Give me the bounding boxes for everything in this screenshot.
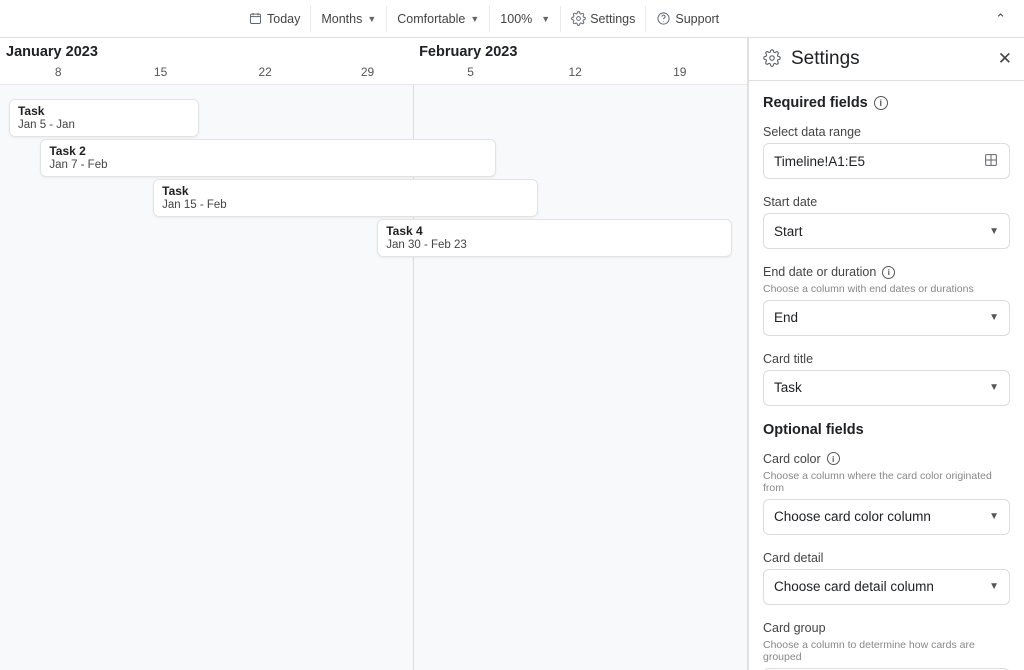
caret-down-icon: ▼ [470,14,479,24]
settings-title: Settings [791,48,860,70]
zoom-label: 100% [500,12,532,26]
month-label: February 2023 [413,42,747,60]
density-select[interactable]: Comfortable ▼ [387,6,490,32]
task-range: Jan 5 - Jan [18,119,190,131]
settings-header: Settings ✕ [749,38,1024,81]
task-card[interactable]: TaskJan 5 - Jan [9,99,199,137]
task-title: Task 2 [49,144,487,158]
density-label: Comfortable [397,12,465,26]
task-card[interactable]: Task 2Jan 7 - Feb [40,139,496,177]
close-icon[interactable]: ✕ [998,49,1012,69]
end-date-select[interactable]: End ▼ [763,300,1010,336]
optional-fields-heading: Optional fields [763,422,1010,438]
toolbar-settings-label: Settings [590,12,635,26]
day-tick: 19 [673,65,686,79]
day-ticks-row: 8 15 22 29 5 12 19 [0,63,747,85]
caret-down-icon: ▼ [367,14,376,24]
data-range-value: Timeline!A1:E5 [774,154,865,169]
start-date-value: Start [774,224,803,239]
day-tick: 22 [258,65,271,79]
timeline: January 2023 February 2023 815222951219 … [0,38,748,670]
view-mode-select[interactable]: Months ▼ [311,6,387,32]
card-detail-value: Choose card detail column [774,579,934,594]
end-date-value: End [774,310,798,325]
support-button[interactable]: Support [646,6,729,32]
toolbar-support-label: Support [675,12,719,26]
caret-down-icon: ▼ [989,511,999,522]
card-color-label: Card color i [763,452,1010,466]
task-card[interactable]: Task 4Jan 30 - Feb 23 [377,219,732,257]
day-tick: 12 [569,65,582,79]
today-label: Today [267,12,300,26]
calendar-icon [248,11,263,26]
start-date-select[interactable]: Start ▼ [763,213,1010,249]
collapse-panel-button[interactable]: ⌃ [985,11,1016,27]
caret-down-icon: ▼ [541,14,550,24]
info-icon[interactable]: i [827,452,840,465]
month-label: January 2023 [0,42,413,60]
zoom-level[interactable]: 100% [490,6,536,32]
zoom-dropdown[interactable]: ▼ [536,6,561,32]
toolbar: Today Months ▼ Comfortable ▼ 100% ▼ Sett… [0,0,1024,38]
card-detail-label: Card detail [763,551,1010,565]
caret-down-icon: ▼ [989,312,999,323]
card-color-hint: Choose a column where the card color ori… [763,470,1010,495]
task-title: Task 4 [386,224,723,238]
help-icon [656,11,671,26]
view-mode-label: Months [321,12,362,26]
gear-icon [571,11,586,26]
settings-panel: Settings ✕ Required fields i Select data… [748,38,1024,670]
start-date-label: Start date [763,195,1010,209]
data-range-input[interactable]: Timeline!A1:E5 [763,143,1010,179]
task-title: Task [162,184,529,198]
card-group-label: Card group [763,621,1010,635]
day-tick: 5 [467,65,474,79]
caret-down-icon: ▼ [989,382,999,393]
card-title-label: Card title [763,352,1010,366]
card-color-select[interactable]: Choose card color column ▼ [763,499,1010,535]
day-tick: 15 [154,65,167,79]
info-icon[interactable]: i [874,96,888,110]
data-range-label: Select data range [763,125,1010,139]
card-title-value: Task [774,380,802,395]
day-tick: 8 [55,65,62,79]
task-card[interactable]: TaskJan 15 - Feb [153,179,538,217]
card-group-hint: Choose a column to determine how cards a… [763,639,1010,664]
task-range: Jan 7 - Feb [49,159,487,171]
grid-icon [983,152,999,171]
card-detail-select[interactable]: Choose card detail column ▼ [763,569,1010,605]
card-color-value: Choose card color column [774,509,931,524]
end-date-hint: Choose a column with end dates or durati… [763,283,1010,296]
timeline-body[interactable]: TaskJan 5 - JanTask 2Jan 7 - FebTaskJan … [0,85,747,670]
day-tick: 29 [361,65,374,79]
caret-down-icon: ▼ [989,581,999,592]
task-range: Jan 30 - Feb 23 [386,239,723,251]
caret-down-icon: ▼ [989,226,999,237]
info-icon[interactable]: i [882,266,895,279]
end-date-label: End date or duration i [763,265,1010,279]
settings-button[interactable]: Settings [561,6,646,32]
month-header: January 2023 February 2023 [0,38,747,63]
chevron-up-icon: ⌃ [995,11,1006,26]
task-range: Jan 15 - Feb [162,199,529,211]
required-fields-heading: Required fields i [763,95,1010,111]
today-button[interactable]: Today [238,6,311,32]
gear-icon [763,49,781,70]
task-title: Task [18,104,190,118]
card-title-select[interactable]: Task ▼ [763,370,1010,406]
